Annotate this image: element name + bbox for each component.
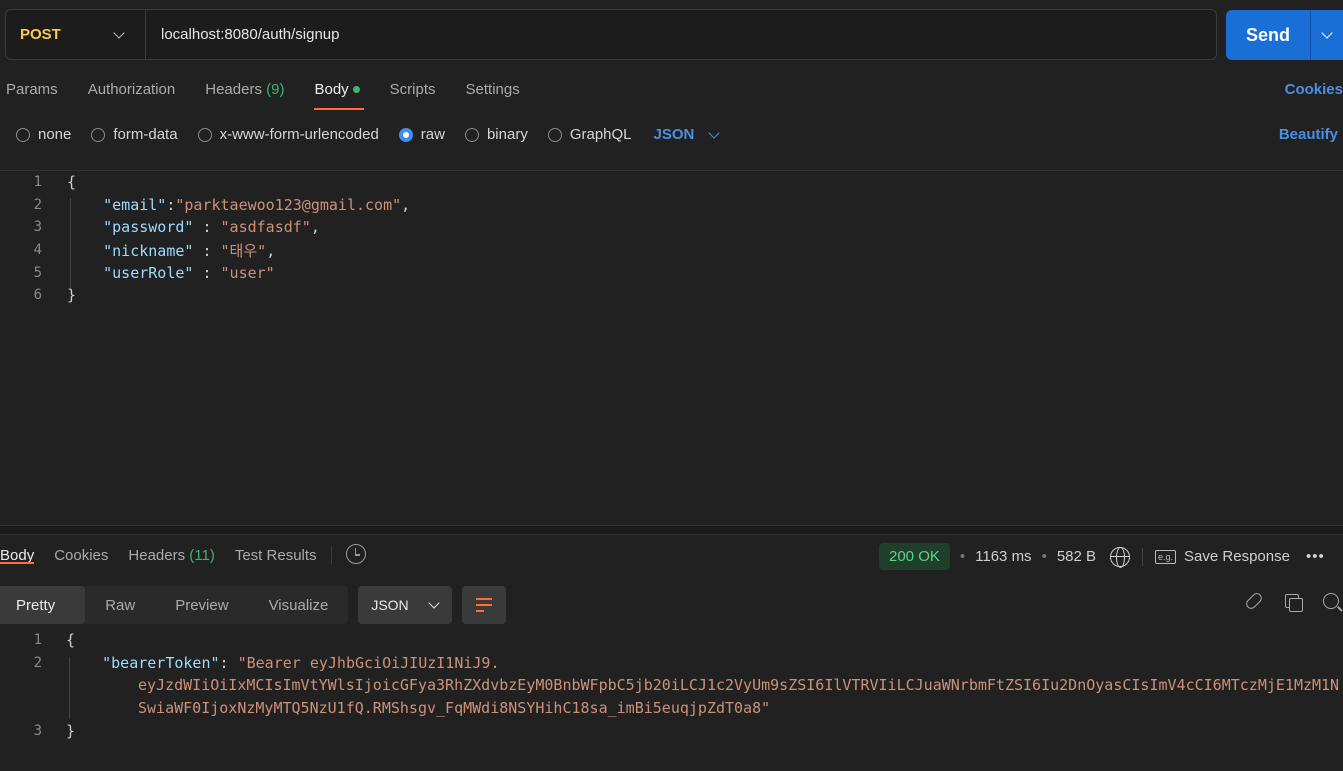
response-format-select[interactable]: JSON xyxy=(358,586,453,624)
separator xyxy=(1142,547,1144,566)
response-time[interactable]: 1163 ms xyxy=(975,548,1031,565)
chevron-down-icon xyxy=(708,126,721,139)
code-line-wrapped: SwiaWF0IjoxNzMyMTQ5NzU1fQ.RMShsgv_FqMWdi… xyxy=(138,699,771,718)
url-input[interactable]: localhost:8080/auth/signup xyxy=(146,26,339,43)
chevron-down-icon xyxy=(428,597,440,609)
radio-none[interactable]: none xyxy=(16,126,71,143)
response-tab-headers[interactable]: Headers (11) xyxy=(128,544,214,564)
view-mode-segment: Pretty Raw Preview Visualize xyxy=(0,586,349,624)
search-icon[interactable] xyxy=(1323,593,1339,609)
wrap-lines-button[interactable] xyxy=(462,586,507,624)
wrap-lines-icon xyxy=(476,604,493,606)
response-headers-count: (11) xyxy=(189,547,215,564)
radio-circle-icon xyxy=(197,127,212,142)
wrap-lines-icon xyxy=(476,610,485,612)
radio-circle-icon xyxy=(547,127,562,142)
status-badge[interactable]: 200 OK xyxy=(879,543,950,570)
save-response-button[interactable]: Save Response xyxy=(1184,548,1290,565)
method-select[interactable]: POST xyxy=(6,10,146,59)
method-label: POST xyxy=(20,26,61,43)
send-button[interactable]: Send xyxy=(1226,10,1343,60)
view-raw[interactable]: Raw xyxy=(85,586,155,624)
save-example-icon: e.g. xyxy=(1155,549,1177,564)
radio-checked-icon xyxy=(398,127,413,142)
url-bar: POST localhost:8080/auth/signup xyxy=(5,9,1217,60)
response-toolbar: Pretty Raw Preview Visualize JSON xyxy=(0,586,507,624)
tab-body[interactable]: Body xyxy=(314,78,364,110)
wrap-lines-icon xyxy=(476,598,493,600)
send-label: Send xyxy=(1245,24,1290,45)
response-tabs: Body Cookies Headers (11) Test Results xyxy=(0,544,366,576)
pane-resize-handle[interactable] xyxy=(0,525,1343,535)
response-body-viewer[interactable]: 1{ 2 "bearerToken": "Bearer eyJhbGciOiJI… xyxy=(0,629,1343,771)
code-line: 4 "nickname" : "태우", xyxy=(33,241,276,260)
tab-authorization[interactable]: Authorization xyxy=(88,78,176,110)
code-line: 3 "password" : "asdfasdf", xyxy=(33,218,320,237)
code-line: 2 "email":"parktaewoo123@gmail.com", xyxy=(33,195,411,214)
send-split-divider xyxy=(1310,10,1311,60)
radio-circle-icon xyxy=(464,127,479,142)
code-line: 1{ xyxy=(33,631,76,650)
headers-count: (9) xyxy=(266,81,285,98)
tab-headers[interactable]: Headers (9) xyxy=(205,78,284,110)
body-type-radios: none form-data x-www-form-urlencoded raw… xyxy=(16,126,721,143)
view-pretty[interactable]: Pretty xyxy=(0,586,86,624)
view-preview[interactable]: Preview xyxy=(155,586,248,624)
code-line: 1{ xyxy=(33,173,77,192)
code-line: 2 "bearerToken": "Bearer eyJhbGciOiJIUzI… xyxy=(33,653,500,672)
history-icon[interactable] xyxy=(345,544,366,564)
request-tabs: Params Authorization Headers (9) Body Sc… xyxy=(6,78,550,110)
response-actions xyxy=(1244,591,1343,612)
radio-circle-icon xyxy=(91,127,106,142)
response-tab-cookies[interactable]: Cookies xyxy=(54,544,108,564)
link-icon[interactable] xyxy=(1244,591,1264,611)
chevron-down-icon[interactable] xyxy=(1321,27,1333,39)
request-body-editor[interactable]: 1{ 2 "email":"parktaewoo123@gmail.com", … xyxy=(0,170,1343,525)
radio-form-data[interactable]: form-data xyxy=(91,126,178,143)
code-line: 6} xyxy=(33,286,77,305)
bullet-separator: • xyxy=(959,548,966,565)
radio-raw[interactable]: raw xyxy=(398,126,445,143)
response-tab-body[interactable]: Body xyxy=(0,544,35,564)
radio-graphql[interactable]: GraphQL xyxy=(547,126,632,143)
radio-circle-icon xyxy=(16,127,30,142)
beautify-button[interactable]: Beautify xyxy=(1279,126,1338,143)
code-line-wrapped: eyJzdWIiOiIxMCIsImVtYWlsIjoicGFya3RhZXdv… xyxy=(138,676,1340,695)
tab-settings[interactable]: Settings xyxy=(466,78,520,110)
body-modified-dot-icon xyxy=(352,85,360,93)
radio-binary[interactable]: binary xyxy=(464,126,528,143)
response-status-bar: 200 OK • 1163 ms • 582 B e.g. Save Respo… xyxy=(879,543,1325,570)
view-visualize[interactable]: Visualize xyxy=(249,586,349,624)
code-line: 3} xyxy=(33,721,76,740)
copy-icon[interactable] xyxy=(1285,594,1303,612)
response-tab-test-results[interactable]: Test Results xyxy=(235,544,317,564)
cookies-link[interactable]: Cookies xyxy=(1285,81,1343,98)
code-line: 5 "userRole" : "user" xyxy=(33,263,275,282)
tab-separator xyxy=(330,546,332,564)
globe-icon[interactable] xyxy=(1110,546,1131,568)
bullet-separator: • xyxy=(1041,548,1047,565)
radio-x-www-form-urlencoded[interactable]: x-www-form-urlencoded xyxy=(197,126,379,143)
chevron-down-icon xyxy=(113,26,125,39)
body-format-select[interactable]: JSON xyxy=(654,126,721,143)
tab-params[interactable]: Params xyxy=(6,78,58,110)
response-size[interactable]: 582 B xyxy=(1057,548,1096,565)
more-options-icon[interactable]: ••• xyxy=(1306,548,1325,565)
tab-scripts[interactable]: Scripts xyxy=(390,78,436,110)
